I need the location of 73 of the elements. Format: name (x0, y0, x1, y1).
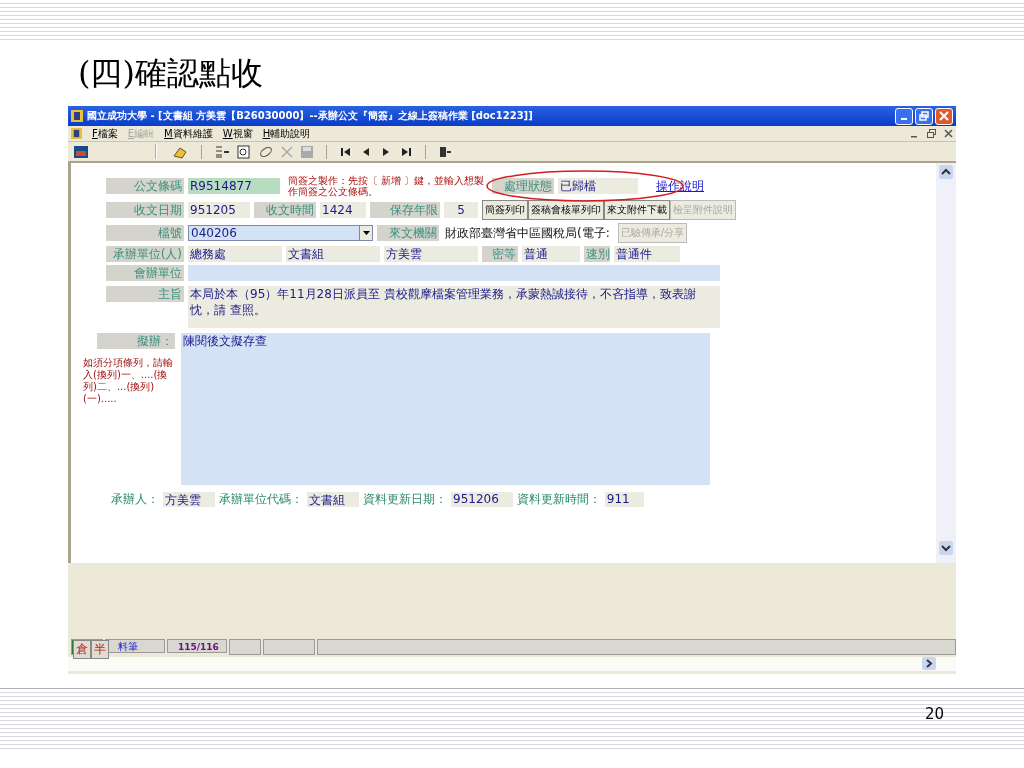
proposal-field[interactable]: 陳閱後文擬存查 (181, 333, 710, 485)
field-label: 檔號 (106, 225, 184, 241)
restore-button[interactable] (915, 107, 933, 125)
sender-field: 財政部臺灣省中區國稅局(電子: (443, 225, 612, 241)
field-label: 承辦人： (111, 491, 159, 508)
field-label: 保存年限 (370, 202, 440, 218)
action-button[interactable]: 簡簽列印 (482, 200, 528, 220)
handler-field: 文書組 (286, 246, 380, 262)
field-label: 公文條碼 (106, 178, 184, 194)
field-label: 速別 (584, 246, 610, 262)
menu-item[interactable]: M資料維護 (164, 126, 213, 141)
field-label: 密等 (482, 246, 518, 262)
vertical-scrollbar[interactable] (936, 163, 956, 563)
menu-item[interactable]: W視窗 (222, 126, 253, 141)
note-text: 如須分項條列，請輸入(換列)一、....(換列)二、...(換列)(一)..... (83, 357, 174, 405)
field-label: 收文日期 (106, 202, 184, 218)
time-field[interactable]: 1424 (320, 202, 366, 218)
info-field: 文書組 (307, 492, 359, 507)
list-icon[interactable] (214, 144, 230, 159)
status-panel (229, 639, 261, 655)
field-label: 擬辦： (97, 333, 175, 349)
close-icon (939, 111, 949, 121)
minimize-button[interactable] (895, 107, 913, 125)
exit-icon[interactable] (438, 144, 452, 159)
menu-item[interactable]: H輔助說明 (262, 126, 311, 141)
field-label: 收文時間 (254, 202, 316, 218)
speed-field: 普通件 (614, 246, 680, 262)
menu-item[interactable]: F檔案 (92, 126, 118, 141)
field-label: 資料更新日期： (363, 491, 447, 508)
page-number: 20 (924, 705, 944, 723)
field-label: 會辦單位 (106, 265, 184, 281)
window-title: 國立成功大學 - [文書組 方美雲【B26030000】--承辦公文『簡簽』之線上簽稿作業 [doc1223]] (87, 109, 533, 123)
field-label: 承辦單位代碼： (219, 491, 303, 508)
record-count: 115/116 (167, 639, 227, 653)
barcode-field[interactable]: R9514877 (188, 178, 280, 194)
action-button[interactable]: 簽稿會核單列印 (528, 200, 604, 220)
app-icon (71, 110, 83, 122)
horizontal-scrollbar[interactable] (68, 657, 956, 671)
file-number-dropdown[interactable]: 040206 (188, 225, 373, 241)
field-label: 處理狀態 (492, 178, 554, 194)
date-field[interactable]: 951205 (188, 202, 250, 218)
co-unit-field[interactable] (188, 265, 720, 281)
status-panel (263, 639, 315, 655)
close-icon[interactable] (944, 129, 953, 138)
status-field: 已歸檔 (558, 178, 638, 194)
document-icon[interactable] (236, 144, 252, 159)
field-label: 主旨 (106, 286, 184, 302)
field-label: 承辦單位(人) (106, 246, 184, 262)
dropdown-arrow-icon (362, 231, 370, 235)
slide-title: (四)確認點收 (77, 53, 264, 94)
info-field: 951206 (451, 492, 513, 507)
info-field: 方美雲 (163, 492, 215, 507)
info-field: 911 (604, 492, 644, 507)
eraser-icon[interactable] (258, 144, 274, 159)
minimize-icon (901, 118, 907, 120)
field-label: 資料更新時間： (516, 491, 601, 508)
record-label: 料筆 (105, 639, 165, 653)
hint-text: 簡簽之製作：先按〔 新增 〕鍵，並輸入想製作簡簽之公文條碼。 (288, 175, 486, 197)
scroll-down-icon[interactable] (939, 541, 953, 555)
handler-field: 總務處 (188, 246, 282, 262)
document-icon (71, 128, 82, 139)
ime-button[interactable]: 半 (91, 640, 109, 659)
action-button[interactable]: 來文附件下載 (604, 200, 670, 220)
close-button[interactable] (935, 107, 953, 125)
secrecy-field: 普通 (522, 246, 580, 262)
field-label: 來文機關 (377, 225, 439, 241)
scroll-up-icon[interactable] (939, 165, 953, 179)
subject-field[interactable]: 本局於本（95）年11月28日派員至 貴校觀摩檔案管理業務，承蒙熱誠接待，不吝指導，致表謝忱，請 查照。 (188, 286, 720, 328)
retention-field[interactable]: 5 (444, 202, 478, 218)
ime-button[interactable]: 倉 (73, 640, 91, 659)
scroll-right-icon[interactable] (922, 657, 936, 670)
image-icon[interactable] (73, 144, 89, 159)
handler-field: 方美雲 (384, 246, 478, 262)
